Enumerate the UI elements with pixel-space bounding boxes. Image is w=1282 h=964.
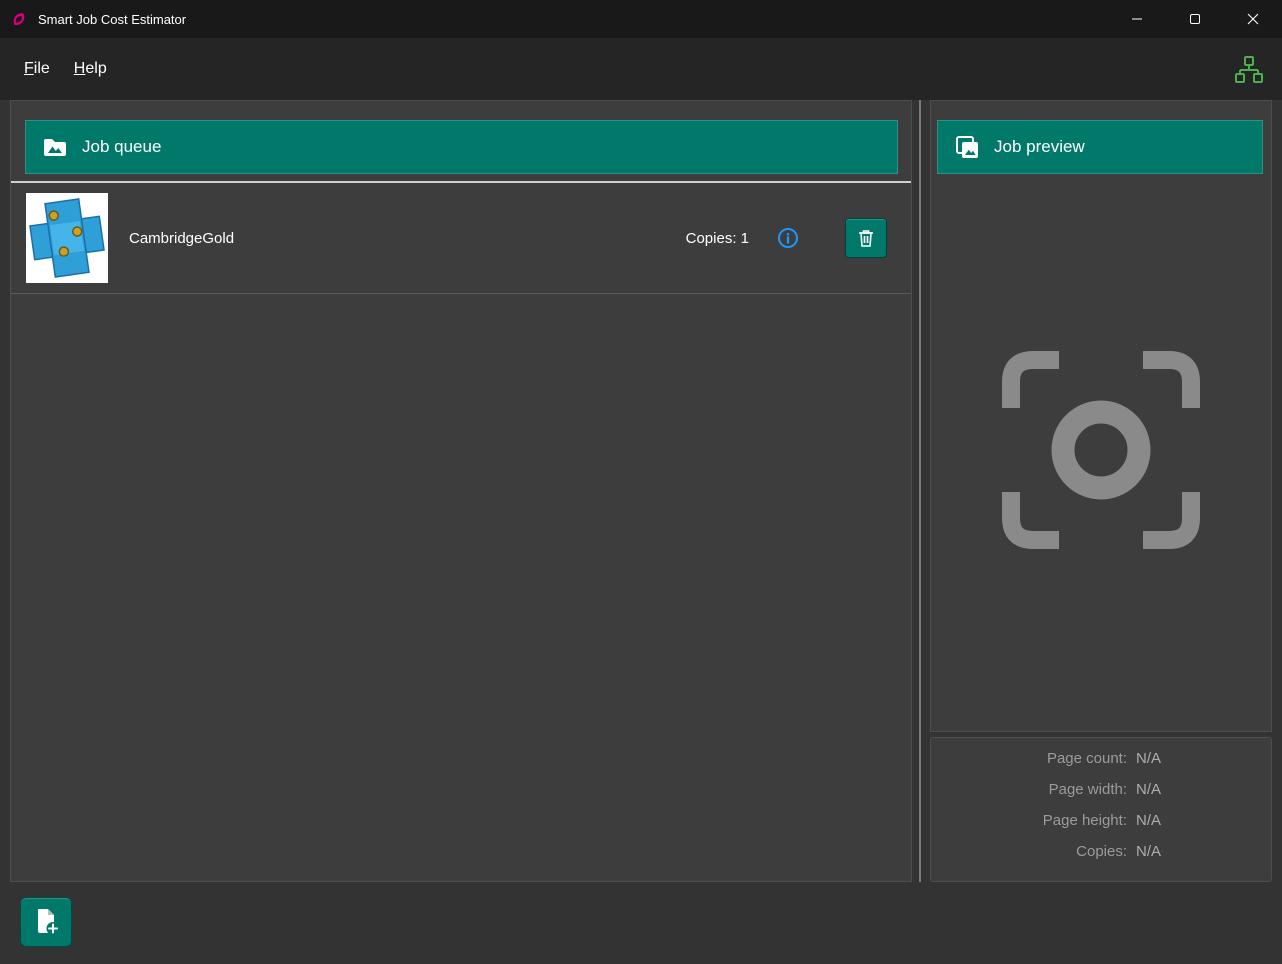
detail-value: N/A — [1136, 812, 1161, 829]
item-separator — [11, 293, 911, 294]
detail-value: N/A — [1136, 750, 1161, 767]
job-queue-header-label: Job queue — [82, 137, 161, 157]
image-folder-icon — [42, 134, 68, 160]
detail-label: Page width: — [931, 781, 1127, 798]
maximize-button[interactable] — [1166, 0, 1224, 38]
preview-area — [931, 174, 1271, 731]
photo-stack-icon — [954, 134, 980, 160]
add-file-icon — [32, 907, 60, 938]
detail-label: Copies: — [931, 843, 1127, 860]
job-copies: Copies: 1 — [686, 230, 749, 247]
menubar: File Help — [0, 38, 1282, 100]
delete-job-button[interactable] — [845, 218, 887, 258]
job-queue-header: Job queue — [25, 120, 898, 174]
job-thumbnail — [26, 193, 108, 283]
detail-value: N/A — [1136, 781, 1161, 798]
close-button[interactable] — [1224, 0, 1282, 38]
detail-row-page-height: Page height: N/A — [931, 805, 1271, 836]
detail-label: Page height: — [931, 812, 1127, 829]
window-controls — [1108, 0, 1282, 38]
job-queue-panel: Job queue CambridgeGold — [10, 100, 912, 882]
app-logo-icon — [10, 10, 28, 28]
job-preview-panel: Job preview — [930, 100, 1272, 732]
preview-placeholder-icon — [995, 344, 1207, 561]
detail-row-page-count: Page count: N/A — [931, 743, 1271, 774]
job-preview-header: Job preview — [937, 120, 1263, 174]
detail-value: N/A — [1136, 843, 1161, 860]
detail-label: Page count: — [931, 750, 1127, 767]
detail-row-page-width: Page width: N/A — [931, 774, 1271, 805]
menu-help[interactable]: Help — [62, 54, 119, 84]
network-icon[interactable] — [1232, 53, 1266, 87]
titlebar: Smart Job Cost Estimator — [0, 0, 1282, 38]
info-icon[interactable] — [777, 227, 799, 249]
job-item[interactable]: CambridgeGold Copies: 1 — [11, 183, 911, 293]
minimize-button[interactable] — [1108, 0, 1166, 38]
job-name: CambridgeGold — [129, 230, 234, 247]
add-job-button[interactable] — [20, 897, 72, 947]
window-title: Smart Job Cost Estimator — [38, 12, 186, 27]
app-window: Smart Job Cost Estimator File Help — [0, 0, 1282, 964]
job-preview-header-label: Job preview — [994, 137, 1085, 157]
detail-row-copies: Copies: N/A — [931, 836, 1271, 867]
panel-splitter[interactable] — [919, 100, 921, 882]
menu-file[interactable]: File — [12, 54, 62, 84]
job-details-panel: Page count: N/A Page width: N/A Page hei… — [930, 737, 1272, 882]
